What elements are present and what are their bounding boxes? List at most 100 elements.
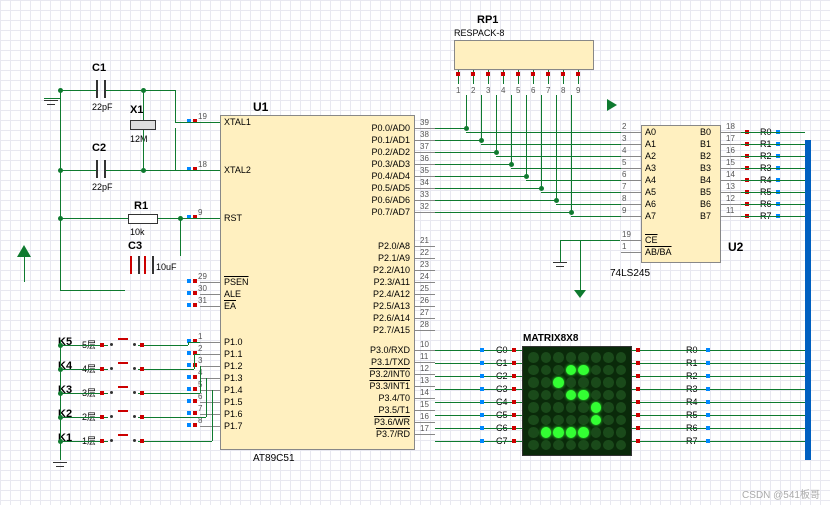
matrix-led [566, 365, 577, 376]
matrix-led [578, 402, 589, 413]
matrix-led [616, 377, 627, 388]
matrix-led [528, 440, 539, 451]
u1-pin-label: P0.1/AD1 [360, 135, 410, 145]
u2-pin-num: 7 [622, 182, 626, 191]
u1-pin-label: P1.3 [224, 373, 243, 383]
matrix-led [603, 415, 614, 426]
matrix-led [566, 402, 577, 413]
vcc-arrow [607, 99, 617, 111]
u1-pin-num: 17 [420, 424, 429, 433]
matrix-led [541, 402, 552, 413]
matrix-led [528, 352, 539, 363]
u1-pin-num: 35 [420, 166, 429, 175]
u2-pin-label: A5 [645, 187, 656, 197]
u1-pin-num: 12 [420, 364, 429, 373]
u1-pin-num: 1 [198, 332, 202, 341]
u2-part: 74LS245 [610, 268, 650, 279]
u1-pin-label: XTAL1 [224, 117, 251, 127]
matrix-led [541, 427, 552, 438]
u1-pin-num: 36 [420, 154, 429, 163]
u1-pin-num: 38 [420, 130, 429, 139]
u1-pin-num: 21 [420, 236, 429, 245]
r1 [128, 214, 158, 224]
u1-pin-label: P1.1 [224, 349, 243, 359]
button-K1[interactable] [108, 434, 138, 448]
u1-pin-num: 3 [198, 356, 202, 365]
u1-pin-label: RST [224, 213, 242, 223]
u1-pin-num: 24 [420, 272, 429, 281]
watermark: CSDN @541板哥 [742, 486, 820, 501]
matrix-led [591, 352, 602, 363]
button-K4[interactable] [108, 362, 138, 376]
u2-pin-num: 6 [622, 170, 626, 179]
matrix-led [591, 440, 602, 451]
u1-pin-label: P0.6/AD6 [360, 195, 410, 205]
c2-ref: C2 [92, 142, 106, 154]
u1-pin-label: P1.0 [224, 337, 243, 347]
rp1-pin: 8 [561, 86, 565, 95]
rp1-pin: 2 [471, 86, 475, 95]
u1-pin-num: 37 [420, 142, 429, 151]
vcc-arrow-left [17, 245, 31, 257]
matrix-led [616, 440, 627, 451]
x1-val: 12M [130, 134, 148, 144]
u1-pin-num: 23 [420, 260, 429, 269]
matrix-led [528, 377, 539, 388]
u2-pin-num: 13 [726, 182, 735, 191]
u1-pin-num: 39 [420, 118, 429, 127]
matrix-led [553, 415, 564, 426]
c1-ref: C1 [92, 62, 106, 74]
u1-pin-num: 11 [420, 352, 428, 361]
matrix-led [591, 402, 602, 413]
u2-pin-label: B3 [700, 163, 711, 173]
u2-ref: U2 [728, 240, 743, 254]
x1-ref: X1 [130, 104, 143, 116]
u1-pin-label: P2.7/A15 [360, 325, 410, 335]
matrix-led [566, 352, 577, 363]
u1-pin-num: 27 [420, 308, 429, 317]
matrix-led [603, 402, 614, 413]
u1-pin-num: 2 [198, 344, 202, 353]
u1-pin-label: P2.2/A10 [360, 265, 410, 275]
matrix-led [578, 365, 589, 376]
matrix-led [553, 377, 564, 388]
u2-pin-num: 14 [726, 170, 735, 179]
matrix-led [566, 440, 577, 451]
u1-pin-label: P3.3/INT1 [360, 381, 410, 391]
button-K3[interactable] [108, 386, 138, 400]
u1-pin-num: 29 [198, 272, 207, 281]
matrix-led [541, 352, 552, 363]
u1-pin-label: EA [224, 301, 236, 311]
u1-pin-label: P0.2/AD2 [360, 147, 410, 157]
u2-pin-num: 12 [726, 194, 735, 203]
matrix-led [603, 390, 614, 401]
u2-pin-num: 19 [622, 230, 631, 239]
u1-pin-num: 34 [420, 178, 429, 187]
u2-pin-num: 17 [726, 134, 735, 143]
u2-pin-num: 8 [622, 194, 626, 203]
rp1-part: RESPACK-8 [454, 28, 504, 38]
matrix-led [553, 427, 564, 438]
u1-pin-label: P3.6/WR [360, 417, 410, 427]
matrix-led [591, 427, 602, 438]
u1-pin-num: 16 [420, 412, 429, 421]
matrix-led [553, 390, 564, 401]
schematic-canvas: RP1 RESPACK-8 1 2 3 4 5 6 7 8 9 U1 AT89C… [0, 0, 830, 505]
led-matrix: MATRIX8X8 [522, 346, 632, 456]
u1-pin-num: 15 [420, 400, 429, 409]
matrix-led [591, 390, 602, 401]
u1-pin-num: 10 [420, 340, 429, 349]
matrix-led [528, 427, 539, 438]
u1-pin-num: 31 [198, 296, 207, 305]
matrix-led [591, 377, 602, 388]
button-K2[interactable] [108, 410, 138, 424]
matrix-led [541, 440, 552, 451]
u1-pin-label: P3.1/TXD [360, 357, 410, 367]
u2-pin-label: B2 [700, 151, 711, 161]
bus-bar [805, 140, 811, 460]
u2-pin-label: B0 [700, 127, 711, 137]
rp1-pin: 6 [531, 86, 535, 95]
rp1-pin: 9 [576, 86, 580, 95]
button-K5[interactable] [108, 338, 138, 352]
u1-pin-num: 22 [420, 248, 429, 257]
